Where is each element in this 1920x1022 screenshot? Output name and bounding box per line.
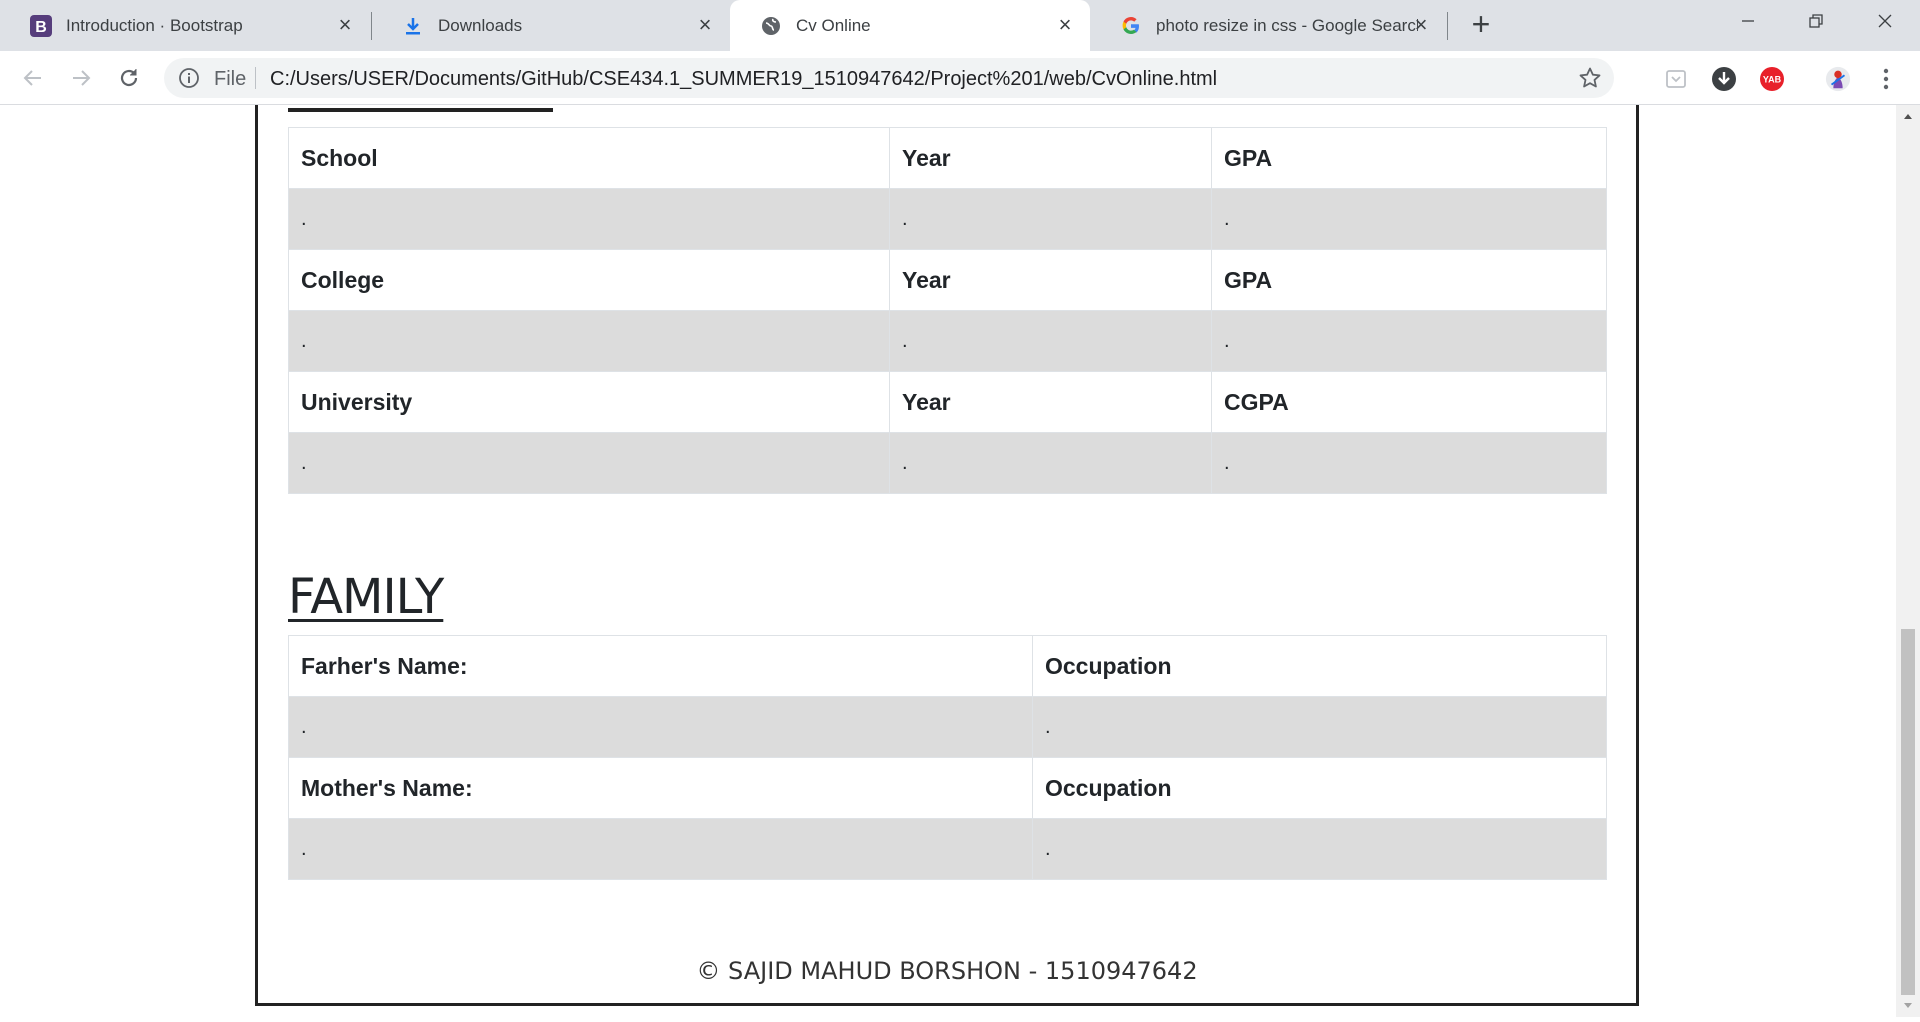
arrow-right-icon (73, 70, 91, 86)
table-cell: . (1211, 188, 1607, 250)
page-viewport: School Year GPA . . . College Year GPA .… (0, 105, 1896, 1017)
address-bar[interactable]: File C:/Users/USER/Documents/GitHub/CSE4… (164, 58, 1614, 98)
table-header-cell: Year (889, 127, 1212, 189)
table-row: . . . (288, 310, 1607, 372)
table-row: Mother's Name: Occupation (288, 757, 1607, 819)
table-cell: . (1032, 696, 1607, 758)
tab-title: Cv Online (796, 15, 871, 35)
table-cell: . (288, 310, 890, 372)
table-header-cell: Mother's Name: (288, 757, 1033, 819)
globe-icon (760, 15, 782, 37)
table-header-cell: Occupation (1032, 757, 1607, 819)
table-cell: . (288, 696, 1033, 758)
table-row: University Year CGPA (288, 371, 1607, 433)
adblock-icon[interactable]: YAB (1759, 66, 1785, 92)
back-button[interactable] (16, 61, 50, 95)
pocket-icon[interactable] (1663, 66, 1689, 92)
tab-title: photo resize in css - Google Search (1156, 15, 1418, 35)
table-cell: . (1211, 432, 1607, 494)
close-icon[interactable]: × (334, 14, 356, 36)
table-header-cell: Farher's Name: (288, 635, 1033, 697)
table-row: . . . (288, 188, 1607, 250)
tab-cv-online[interactable]: Cv Online × (730, 0, 1090, 51)
reload-icon (120, 69, 138, 87)
table-header-cell: Year (889, 371, 1212, 433)
new-tab-button[interactable]: + (1466, 8, 1496, 40)
tab-separator (1447, 12, 1448, 40)
menu-icon[interactable] (1873, 66, 1899, 92)
table-header-cell: GPA (1211, 249, 1607, 311)
minimize-button[interactable] (1718, 0, 1778, 42)
scroll-down-arrow-icon[interactable] (1896, 993, 1920, 1017)
table-cell: . (1211, 310, 1607, 372)
info-icon[interactable] (178, 67, 200, 89)
tab-title: Downloads (438, 15, 523, 35)
table-cell: . (288, 818, 1033, 880)
tab-strip: B Introduction · Bootstrap × Downloads ×… (0, 0, 1920, 51)
table-cell: . (1032, 818, 1607, 880)
svg-text:YAB: YAB (1763, 75, 1782, 85)
address-divider (255, 67, 256, 89)
close-icon[interactable]: × (1054, 14, 1076, 36)
table-row: . . . (288, 432, 1607, 494)
table-cell: . (889, 188, 1212, 250)
svg-text:B: B (35, 19, 47, 36)
google-icon (1120, 15, 1142, 37)
tab-bootstrap[interactable]: B Introduction · Bootstrap × (0, 0, 370, 51)
table-cell: . (889, 432, 1212, 494)
forward-button[interactable] (64, 61, 98, 95)
bootstrap-icon: B (30, 14, 52, 37)
browser-toolbar: File C:/Users/USER/Documents/GitHub/CSE4… (0, 51, 1920, 105)
download-extension-icon[interactable] (1711, 66, 1737, 92)
star-icon[interactable] (1578, 66, 1602, 90)
table-cell: . (889, 310, 1212, 372)
tab-google-search[interactable]: photo resize in css - Google Search × (1090, 0, 1446, 51)
profile-avatar-icon[interactable] (1825, 66, 1851, 92)
restore-button[interactable] (1786, 0, 1846, 42)
scheme-label: File (214, 68, 247, 90)
table-header-cell: GPA (1211, 127, 1607, 189)
table-header-cell: CGPA (1211, 371, 1607, 433)
table-row: School Year GPA (288, 127, 1607, 189)
tab-title: Introduction · Bootstrap (66, 15, 243, 35)
table-cell: . (288, 432, 890, 494)
footer-copyright: © SAJID MAHUD BORSHON - 1510947642 (696, 957, 1198, 985)
vertical-scrollbar[interactable] (1896, 105, 1920, 1017)
table-row: College Year GPA (288, 249, 1607, 311)
table-row: Farher's Name: Occupation (288, 635, 1607, 697)
scroll-up-arrow-icon[interactable] (1896, 105, 1920, 129)
close-icon[interactable]: × (1410, 14, 1432, 36)
arrow-left-icon (23, 70, 41, 86)
table-row: . . (288, 818, 1607, 880)
reload-button[interactable] (112, 61, 146, 95)
table-row: . . (288, 696, 1607, 758)
table-header-cell: University (288, 371, 890, 433)
url-text[interactable]: C:/Users/USER/Documents/GitHub/CSE434.1_… (270, 68, 1217, 91)
tab-downloads[interactable]: Downloads × (372, 0, 730, 51)
table-cell: . (288, 188, 890, 250)
education-table: School Year GPA . . . College Year GPA .… (288, 127, 1607, 494)
family-table: Farher's Name: Occupation . . Mother's N… (288, 635, 1607, 880)
family-heading: FAMILY (288, 569, 444, 625)
table-header-cell: School (288, 127, 890, 189)
close-window-button[interactable] (1855, 0, 1915, 42)
close-icon[interactable]: × (694, 14, 716, 36)
table-header-cell: College (288, 249, 890, 311)
scrollbar-thumb[interactable] (1901, 629, 1915, 995)
table-header-cell: Occupation (1032, 635, 1607, 697)
download-icon (402, 15, 424, 37)
table-header-cell: Year (889, 249, 1212, 311)
section-heading-underline (288, 108, 553, 112)
